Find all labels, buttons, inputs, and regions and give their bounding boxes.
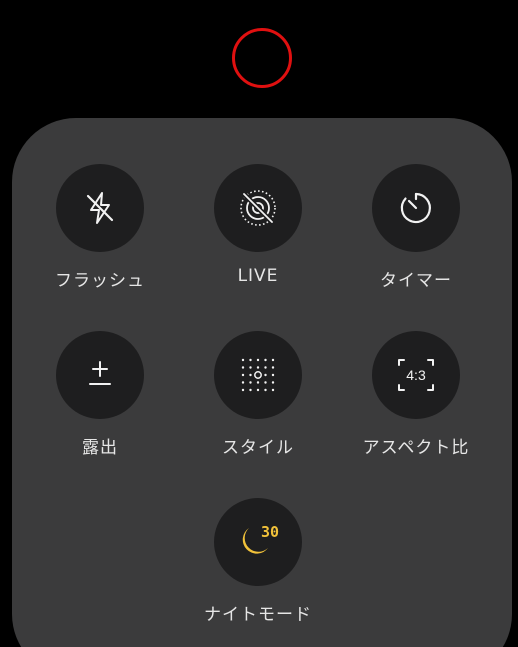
timer-button[interactable] (372, 164, 460, 252)
aspect-ratio-button[interactable]: 4:3 (372, 331, 460, 419)
flash-off-icon (80, 188, 120, 228)
camera-controls-panel: フラッシュ LIVE タイマー 露出 スタイル 4:3 アスペクト比 30 ナイ… (12, 118, 512, 647)
moon-icon: 30 (232, 520, 284, 564)
aspect-ratio-value: 4:3 (406, 367, 426, 383)
timer-icon (396, 188, 436, 228)
aspect-ratio-control: 4:3 アスペクト比 (351, 331, 481, 458)
timer-control: タイマー (351, 164, 481, 291)
camera-screen: フラッシュ LIVE タイマー 露出 スタイル 4:3 アスペクト比 30 ナイ… (0, 0, 518, 647)
styles-control: スタイル (193, 331, 323, 458)
flash-control: フラッシュ (35, 164, 165, 291)
plus-minus-icon (82, 357, 118, 393)
exposure-button[interactable] (56, 331, 144, 419)
flash-button[interactable] (56, 164, 144, 252)
live-label: LIVE (237, 266, 279, 286)
night-mode-seconds: 30 (261, 523, 279, 541)
photographic-styles-grid-icon (238, 355, 278, 395)
night-mode-control: 30 ナイトモード (193, 498, 323, 625)
flash-label: フラッシュ (55, 271, 145, 291)
exposure-control: 露出 (35, 331, 165, 458)
live-control: LIVE (193, 164, 323, 286)
night-mode-button[interactable]: 30 (214, 498, 302, 586)
timer-label: タイマー (380, 271, 452, 291)
live-photo-off-icon (236, 186, 280, 230)
exposure-label: 露出 (82, 438, 118, 458)
styles-button[interactable] (214, 331, 302, 419)
red-ring-icon (232, 28, 292, 88)
live-photo-button[interactable] (214, 164, 302, 252)
styles-label: スタイル (222, 438, 294, 458)
night-mode-label: ナイトモード (204, 605, 312, 625)
aspect-ratio-label: アスペクト比 (362, 438, 470, 458)
aspect-ratio-icon: 4:3 (396, 355, 436, 395)
